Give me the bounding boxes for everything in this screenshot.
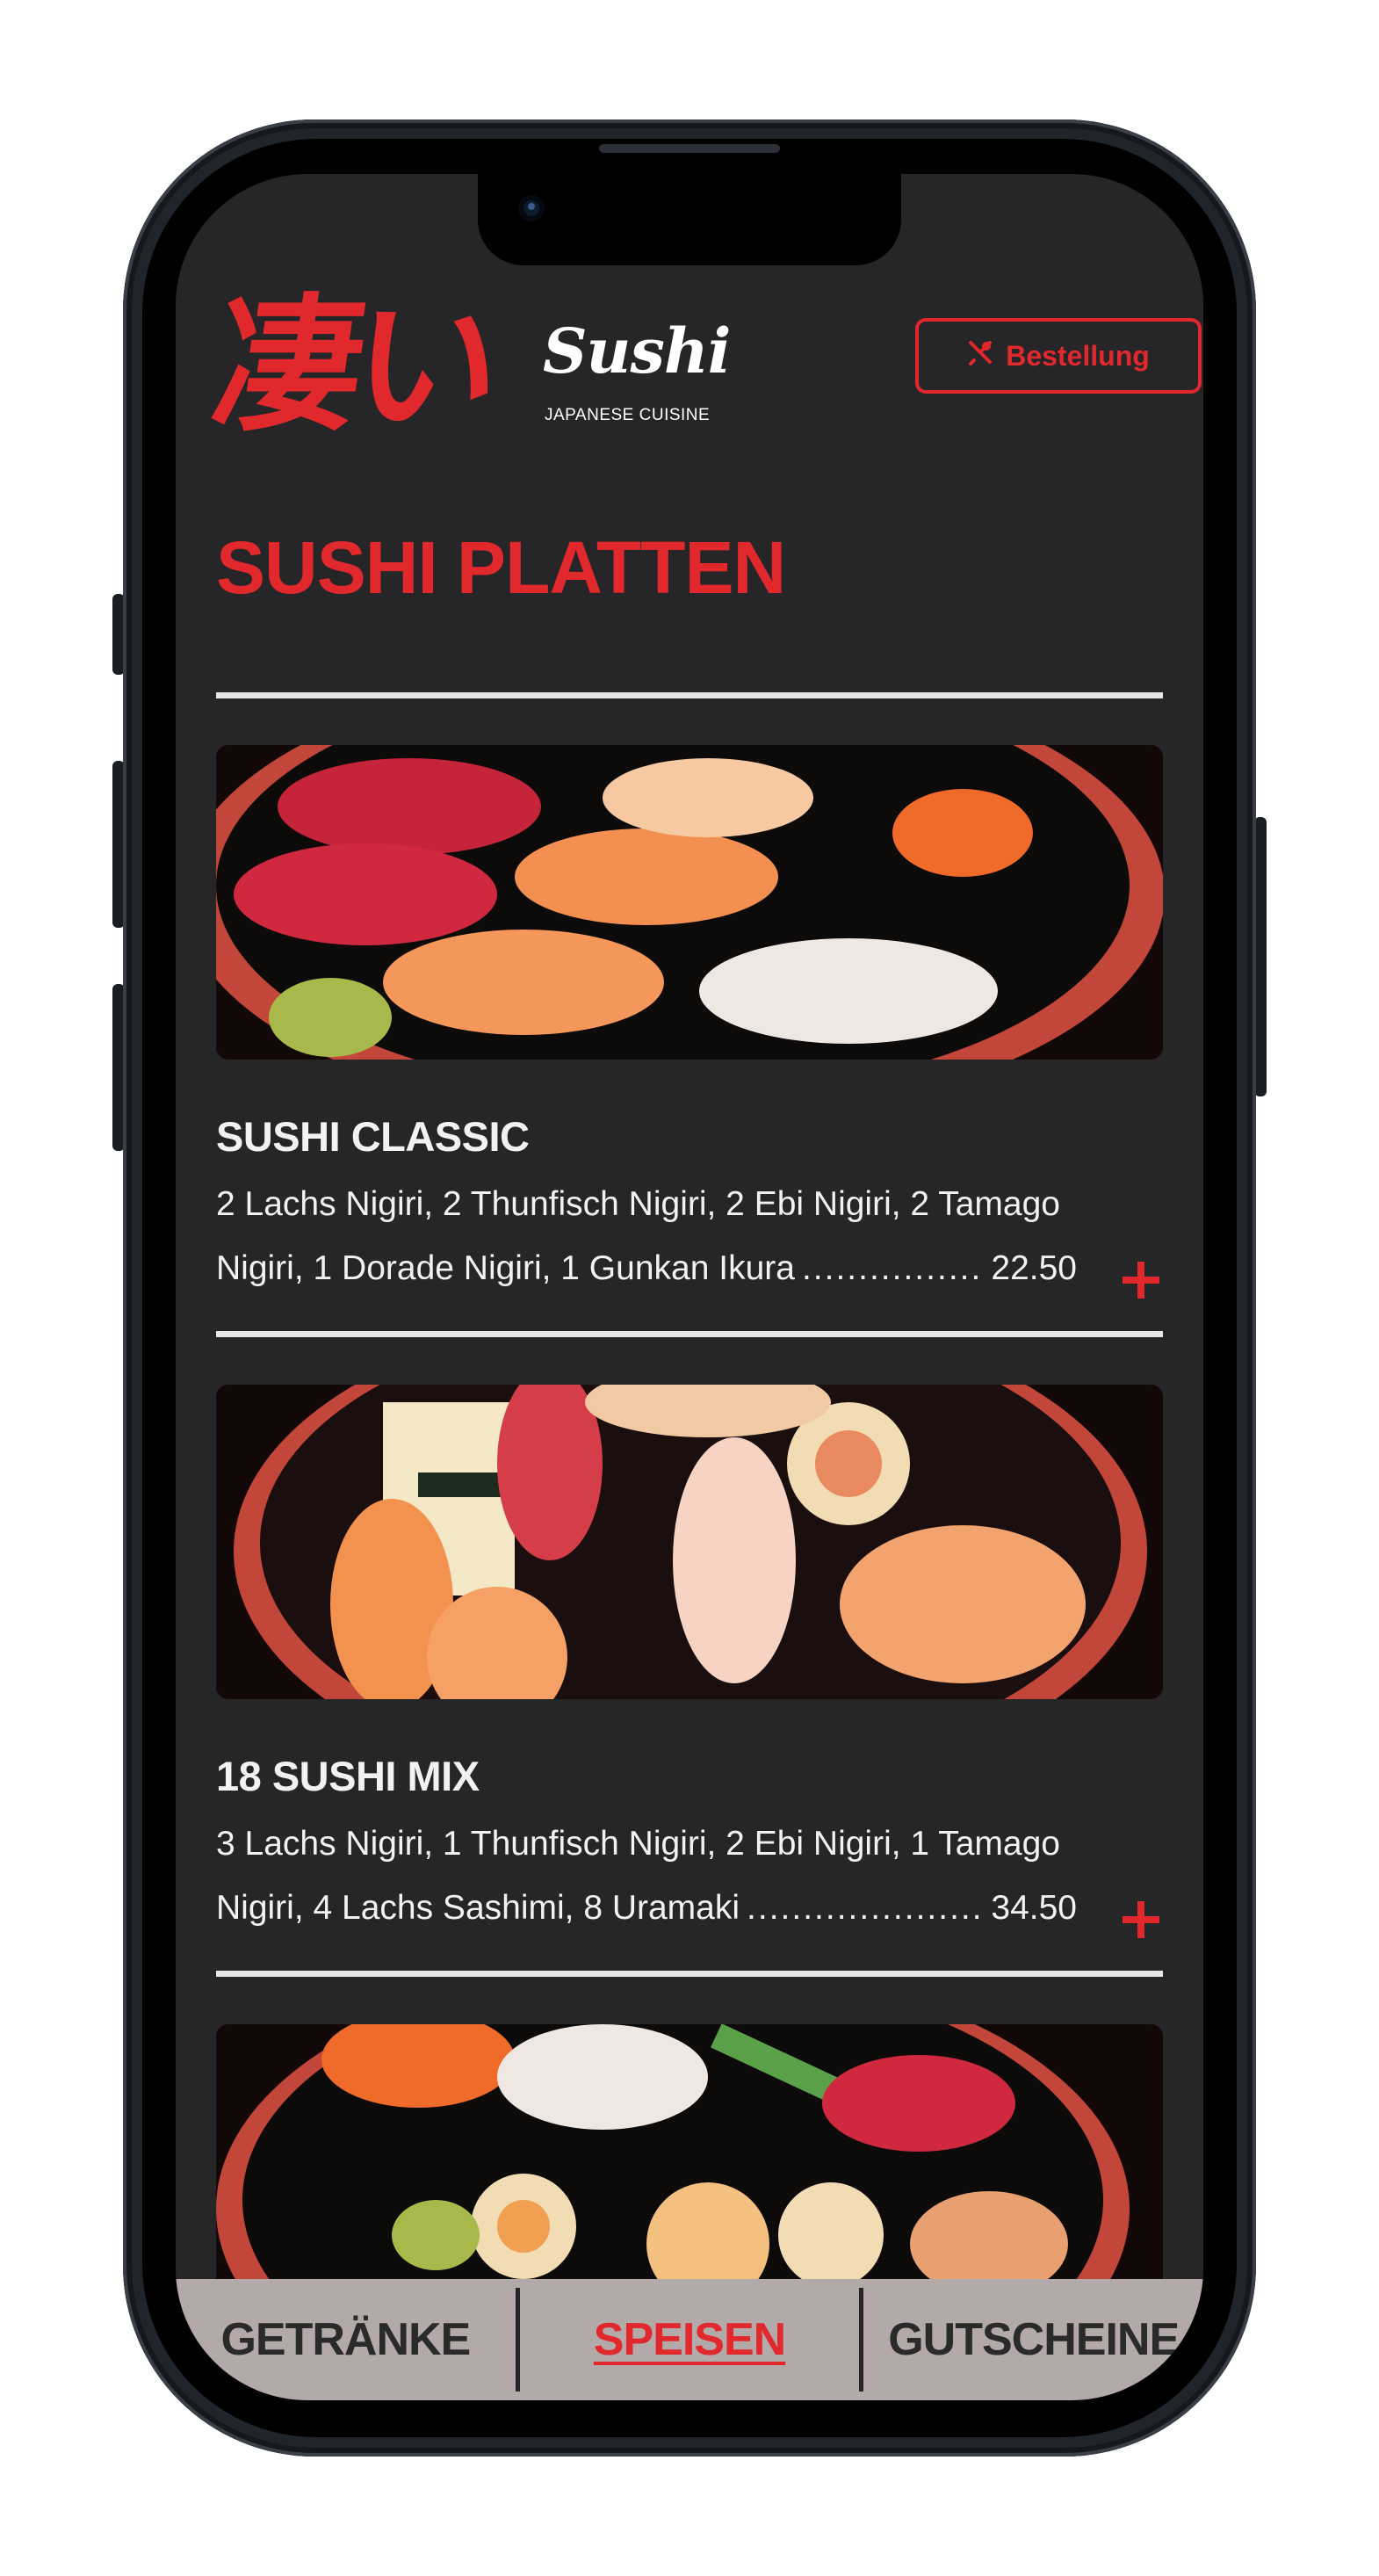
speaker-grille (599, 144, 780, 153)
dish-description-line: 2 Lachs Nigiri, 2 Thunfisch Nigiri, 2 Eb… (216, 1185, 1060, 1223)
power-button (1254, 817, 1267, 1096)
dish-name: 18 SUSHI MIX (216, 1753, 480, 1799)
logo-subtitle: JAPANESE CUISINE (545, 406, 711, 424)
dish-image-sushi-mix (216, 1385, 1163, 1699)
add-to-cart-button[interactable] (1119, 1898, 1163, 1942)
restaurant-logo[interactable]: 凄い Sushi JAPANESE CUISINE (204, 278, 743, 453)
add-to-cart-button[interactable] (1119, 1258, 1163, 1302)
section-title: SUSHI PLATTEN (216, 526, 786, 609)
plus-icon (1123, 1901, 1159, 1938)
camera-icon (518, 195, 545, 221)
divider (216, 692, 1163, 698)
order-button-label: Bestellung (1006, 339, 1150, 372)
nav-tab-gutscheine[interactable]: GUTSCHEINE (863, 2313, 1203, 2366)
price-leader-dots: ........................................… (747, 1889, 984, 1927)
dish-description-line: Nigiri, 1 Dorade Nigiri, 1 Gunkan Ikura (216, 1249, 795, 1287)
divider (216, 1331, 1163, 1337)
plus-icon (1123, 1262, 1159, 1299)
bottom-navigation: GETRÄNKE SPEISEN GUTSCHEINE (176, 2279, 1203, 2400)
divider (216, 1971, 1163, 1977)
order-button[interactable]: Bestellung (915, 318, 1202, 394)
logo-brand-text: Sushi (543, 315, 731, 387)
dish-description-line: Nigiri, 4 Lachs Sashimi, 8 Uramaki (216, 1889, 740, 1927)
dish-description: 2 Lachs Nigiri, 2 Thunfisch Nigiri, 2 Eb… (216, 1172, 1077, 1300)
dish-image-sushi-classic (216, 745, 1163, 1060)
dish-name: SUSHI CLASSIC (216, 1113, 530, 1160)
dish-description: 3 Lachs Nigiri, 1 Thunfisch Nigiri, 2 Eb… (216, 1812, 1077, 1940)
nav-tab-getraenke[interactable]: GETRÄNKE (176, 2313, 516, 2366)
dish-price: 34.50 (991, 1889, 1077, 1927)
dish-price: 22.50 (991, 1249, 1077, 1287)
cutlery-icon (967, 339, 993, 373)
dish-description-line: 3 Lachs Nigiri, 1 Thunfisch Nigiri, 2 Eb… (216, 1825, 1060, 1863)
dish-price-line: Nigiri, 4 Lachs Sashimi, 8 Uramaki .....… (216, 1876, 1077, 1940)
dish-price-line: Nigiri, 1 Dorade Nigiri, 1 Gunkan Ikura … (216, 1236, 1077, 1300)
price-leader-dots: ........................................… (801, 1249, 984, 1287)
nav-tab-speisen[interactable]: SPEISEN (520, 2313, 860, 2366)
app-screen: 凄い Sushi JAPANESE CUISINE Bestellung SUS… (176, 174, 1203, 2400)
notch (478, 174, 901, 265)
logo-kanji: 凄い (204, 279, 502, 452)
